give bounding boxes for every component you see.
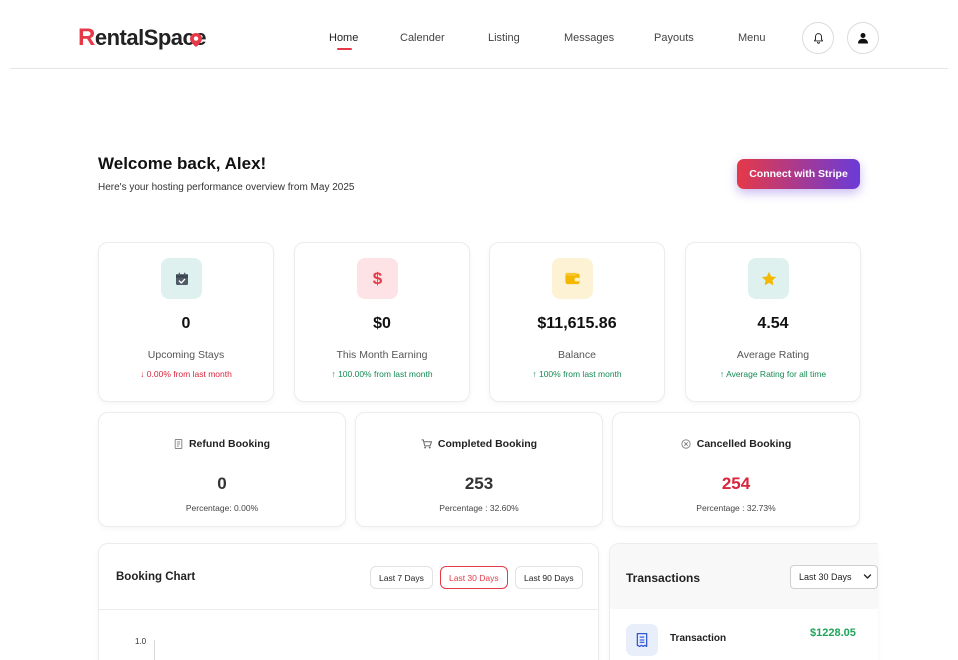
booking-card-value: 253 xyxy=(464,474,494,493)
receipt-icon xyxy=(174,439,183,449)
booking-card-percentage: Percentage : 32.73% xyxy=(696,503,776,513)
stat-trend: ↑ Average Rating for all time xyxy=(719,369,827,379)
transactions-title: Transactions xyxy=(626,571,701,585)
receipt-icon xyxy=(636,633,648,647)
connect-stripe-button[interactable]: Connect with Stripe xyxy=(737,159,860,189)
user-icon xyxy=(858,33,868,44)
stat-label: Balance xyxy=(558,349,596,361)
wallet-icon xyxy=(565,272,580,285)
booking-card-percentage: Percentage : 32.60% xyxy=(439,503,519,513)
chart-y-tick: 1.0 xyxy=(135,637,147,646)
transactions-panel: Transactions Last 30 Days Transaction $1… xyxy=(609,543,878,660)
booking-card-refund: Refund Booking 0 Percentage: 0.00% xyxy=(98,412,346,527)
stat-value: 4.54 xyxy=(757,315,789,332)
booking-card-title: Cancelled Booking xyxy=(613,438,859,450)
booking-chart-title: Booking Chart xyxy=(116,571,196,583)
booking-card-title: Refund Booking xyxy=(99,438,345,450)
arrow-up-icon: ↑ xyxy=(331,369,336,379)
booking-card-cancelled: Cancelled Booking 254 Percentage : 32.73… xyxy=(612,412,860,527)
stat-trend: ↑ 100% from last month xyxy=(532,369,622,379)
cancel-circle-icon xyxy=(681,439,691,449)
stat-value: $0 xyxy=(373,315,391,332)
chart-y-axis xyxy=(154,640,155,660)
stat-icon-box xyxy=(161,258,202,299)
range-last-7-days[interactable]: Last 7 Days xyxy=(370,566,433,589)
stat-card-average-rating: 4.54 Average Rating ↑ Average Rating for… xyxy=(685,242,861,402)
nav-calender[interactable]: Calender xyxy=(400,32,445,44)
nav-listing[interactable]: Listing xyxy=(488,32,520,44)
stat-icon-box: $ xyxy=(357,258,398,299)
top-header: RentalSpace Home Calender Listing Messag… xyxy=(10,0,948,69)
stat-value: $11,615.86 xyxy=(537,315,617,332)
stat-icon-box xyxy=(748,258,789,299)
calendar-check-icon xyxy=(175,272,188,285)
nav-home[interactable]: Home xyxy=(329,32,358,44)
chevron-down-icon xyxy=(863,574,872,579)
stat-trend: ↓ 0.00% from last month xyxy=(140,369,232,379)
welcome-title: Welcome back, Alex! xyxy=(98,154,267,173)
arrow-up-icon: ↑ xyxy=(532,369,537,379)
stat-label: Average Rating xyxy=(736,349,810,361)
panel-divider xyxy=(99,609,598,610)
brand-logo[interactable]: RentalSpace xyxy=(78,24,207,52)
stat-icon-box xyxy=(552,258,593,299)
bell-icon xyxy=(813,32,823,44)
location-pin-icon xyxy=(190,33,202,47)
booking-card-value: 254 xyxy=(721,474,751,493)
nav-messages[interactable]: Messages xyxy=(564,32,614,44)
transactions-range-select[interactable]: Last 30 Days xyxy=(790,565,878,589)
nav-payouts[interactable]: Payouts xyxy=(654,32,694,44)
transaction-name: Transaction xyxy=(670,633,727,644)
stat-value: 0 xyxy=(181,315,191,332)
nav-active-indicator xyxy=(337,48,352,50)
range-last-90-days[interactable]: Last 90 Days xyxy=(515,566,583,589)
stat-label: This Month Earning xyxy=(336,349,428,361)
stat-trend: ↑ 100.00% from last month xyxy=(331,369,433,379)
notifications-button[interactable] xyxy=(802,22,834,54)
booking-card-value: 0 xyxy=(217,474,227,493)
transaction-amount: $1228.05 xyxy=(810,627,856,639)
profile-button[interactable] xyxy=(847,22,879,54)
range-last-30-days[interactable]: Last 30 Days xyxy=(440,566,508,589)
stat-card-balance: $11,615.86 Balance ↑ 100% from last mont… xyxy=(489,242,665,402)
stat-card-upcoming-stays: 0 Upcoming Stays ↓ 0.00% from last month xyxy=(98,242,274,402)
booking-card-percentage: Percentage: 0.00% xyxy=(185,503,259,513)
transaction-icon-box xyxy=(626,624,658,656)
nav-menu[interactable]: Menu xyxy=(738,32,766,44)
cart-icon xyxy=(421,439,432,449)
arrow-down-icon: ↓ xyxy=(140,369,145,379)
booking-chart-panel: Booking Chart Last 7 Days Last 30 Days L… xyxy=(98,543,599,660)
star-icon xyxy=(761,271,776,285)
stat-card-month-earning: $ $0 This Month Earning ↑ 100.00% from l… xyxy=(294,242,470,402)
booking-card-title: Completed Booking xyxy=(356,438,602,450)
welcome-subtitle: Here's your hosting performance overview… xyxy=(98,182,355,193)
stat-label: Upcoming Stays xyxy=(147,349,225,361)
arrow-up-icon: ↑ xyxy=(719,369,725,379)
booking-card-completed: Completed Booking 253 Percentage : 32.60… xyxy=(355,412,603,527)
dollar-icon: $ xyxy=(372,268,383,288)
